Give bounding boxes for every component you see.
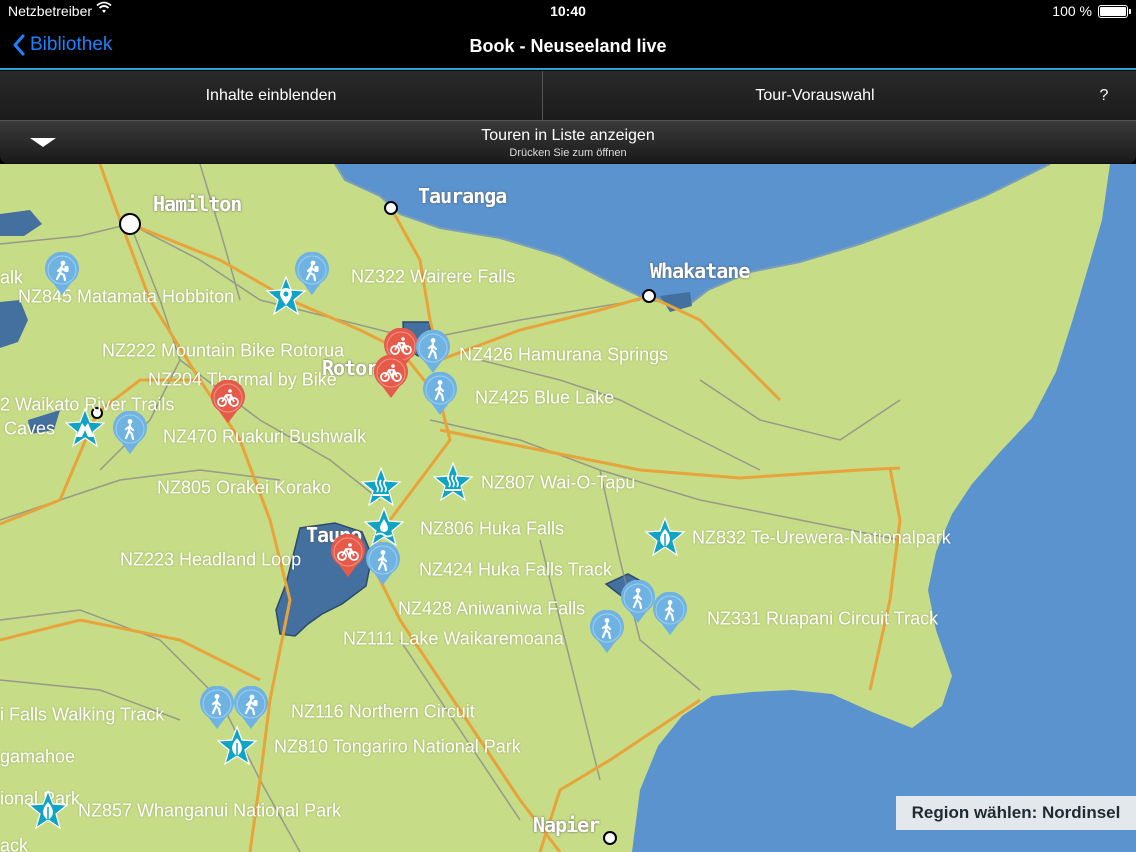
city-label-whakatane: Whakatane bbox=[650, 259, 750, 283]
drawer-title: Touren in Liste anzeigen bbox=[481, 127, 655, 144]
battery-icon bbox=[1098, 5, 1131, 18]
hiking-tour-pin[interactable] bbox=[652, 591, 688, 636]
highlight-star-marker[interactable] bbox=[643, 516, 687, 560]
tour-label[interactable]: NZ857 Whanganui National Park bbox=[78, 801, 341, 822]
tour-label[interactable]: NZ424 Huka Falls Track bbox=[419, 560, 612, 581]
map-view[interactable]: Hamilton Tauranga Whakatane Rotorua Taupo Nap… bbox=[0, 164, 1136, 852]
tour-label[interactable]: NZ223 Headland Loop bbox=[120, 550, 301, 571]
help-button[interactable]: ? bbox=[1086, 71, 1122, 121]
show-content-button[interactable]: Inhalte einblenden bbox=[0, 71, 543, 121]
bike-tour-pin[interactable] bbox=[330, 533, 366, 578]
hiking-tour-pin[interactable] bbox=[44, 251, 80, 296]
hiking-tour-pin[interactable] bbox=[112, 410, 148, 455]
tour-label[interactable]: NZ428 Aniwaniwa Falls bbox=[398, 599, 585, 620]
hiking-tour-pin[interactable] bbox=[422, 371, 458, 416]
highlight-star-marker[interactable] bbox=[215, 725, 259, 769]
highlight-star-marker[interactable] bbox=[431, 461, 475, 505]
tour-label[interactable]: NZ470 Ruakuri Bushwalk bbox=[163, 427, 366, 448]
tour-label[interactable]: NZ810 Tongariro National Park bbox=[274, 737, 521, 758]
bike-tour-pin[interactable] bbox=[210, 379, 246, 424]
city-label-napier: Napier bbox=[533, 813, 600, 837]
tour-label[interactable]: NZ116 Northern Circuit bbox=[291, 702, 475, 723]
town-dot bbox=[119, 213, 141, 235]
tour-list-drawer[interactable]: Touren in Liste anzeigen Drücken Sie zum… bbox=[0, 121, 1136, 164]
page-title: Book - Neuseeland live bbox=[469, 36, 667, 56]
town-dot bbox=[642, 289, 656, 303]
city-label-tauranga: Tauranga bbox=[418, 184, 507, 208]
hiking-tour-pin[interactable] bbox=[233, 685, 269, 730]
tour-label[interactable]: NZ331 Ruapani Circuit Track bbox=[707, 609, 938, 630]
tour-label[interactable]: NZ805 Orakei Korako bbox=[157, 478, 331, 499]
hiking-tour-pin[interactable] bbox=[589, 609, 625, 654]
clock: 10:40 bbox=[550, 3, 586, 19]
tour-label[interactable]: NZ111 Lake Waikaremoana bbox=[343, 629, 564, 650]
hiking-tour-pin[interactable] bbox=[365, 541, 401, 586]
segment-bar: Inhalte einblenden Tour-Vorauswahl ? bbox=[0, 71, 1136, 121]
tour-label[interactable]: NZ832 Te-Urewera-Nationalpark bbox=[692, 528, 951, 549]
tour-label[interactable]: ack bbox=[0, 836, 28, 852]
city-label-hamilton: Hamilton bbox=[153, 192, 242, 216]
bike-tour-pin[interactable] bbox=[373, 354, 409, 399]
town-dot bbox=[603, 831, 617, 845]
highlight-star-marker[interactable] bbox=[359, 466, 403, 510]
highlight-star-marker[interactable] bbox=[26, 789, 70, 833]
hiking-tour-pin[interactable] bbox=[620, 579, 656, 624]
status-bar: Netzbetreiber 10:40 100 % bbox=[0, 0, 1136, 22]
town-dot bbox=[384, 201, 398, 215]
tour-label[interactable]: gamahoe bbox=[0, 747, 75, 768]
hiking-tour-pin[interactable] bbox=[415, 329, 451, 374]
tour-label[interactable]: NZ222 Mountain Bike Rotorua bbox=[102, 341, 344, 362]
tour-label[interactable]: NZ426 Hamurana Springs bbox=[459, 345, 668, 366]
tour-label[interactable]: NZ425 Blue Lake bbox=[475, 388, 614, 409]
highlight-star-marker[interactable] bbox=[264, 275, 308, 319]
tour-label[interactable]: alk bbox=[0, 268, 23, 289]
tour-label[interactable]: i Falls Walking Track bbox=[0, 705, 164, 726]
drawer-subtitle: Drücken Sie zum öffnen bbox=[509, 147, 627, 159]
tour-preselection-button[interactable]: Tour-Vorauswahl bbox=[544, 71, 1086, 121]
tour-label[interactable]: NZ807 Wai-O-Tapu bbox=[481, 473, 635, 494]
map-base bbox=[0, 164, 1136, 852]
battery-percent: 100 % bbox=[1052, 3, 1092, 19]
tour-label[interactable]: Caves bbox=[4, 419, 55, 440]
tour-label[interactable]: NZ322 Wairere Falls bbox=[351, 267, 515, 288]
hiking-tour-pin[interactable] bbox=[199, 685, 235, 730]
region-select-button[interactable]: Region wählen: Nordinsel bbox=[896, 796, 1136, 830]
highlight-star-marker[interactable] bbox=[63, 407, 107, 451]
navigation-bar: Bibliothek Book - Neuseeland live bbox=[0, 22, 1136, 70]
tour-label[interactable]: NZ806 Huka Falls bbox=[420, 519, 564, 540]
